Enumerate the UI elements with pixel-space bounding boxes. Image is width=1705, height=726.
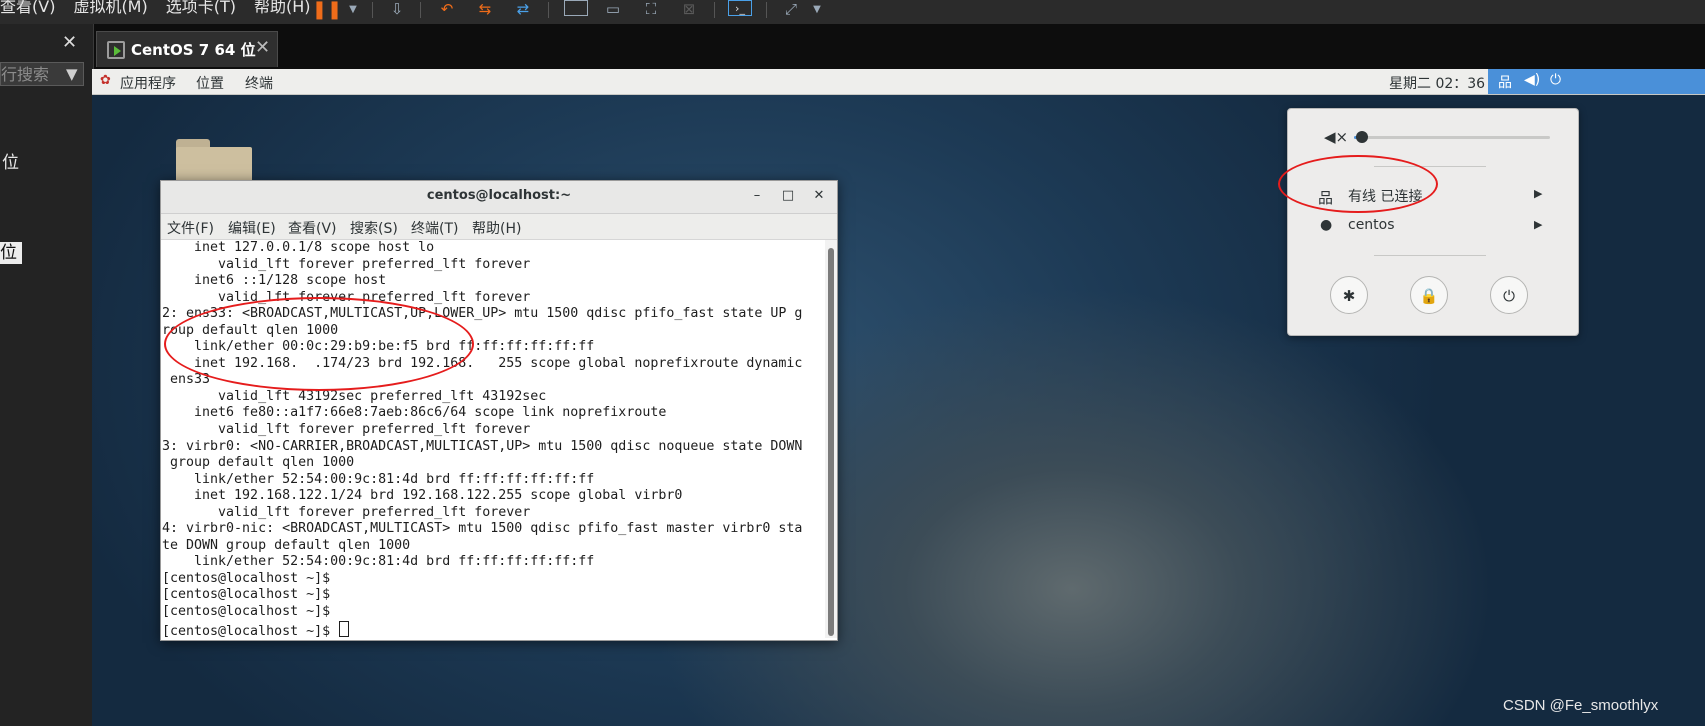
close-icon[interactable]: ✕: [62, 32, 77, 53]
submenu-arrow-icon[interactable]: ▶: [1534, 218, 1542, 231]
vm-tab-bar: [94, 24, 1705, 69]
network-wired-icon: 品: [1498, 75, 1512, 91]
system-indicators[interactable]: 品 ◀) ⏻: [1488, 69, 1705, 94]
volume-slider-handle[interactable]: [1355, 131, 1368, 143]
library-panel: [0, 24, 94, 726]
library-toggle-icon[interactable]: ▭: [602, 0, 624, 18]
toolbar-divider: [548, 2, 549, 18]
terminal-cursor: [339, 620, 350, 637]
menu-edit[interactable]: 编辑(E): [228, 218, 276, 238]
vm-tab[interactable]: CentOS 7 64 位 ✕: [96, 31, 278, 67]
snapshot-icon[interactable]: ↶: [436, 0, 458, 18]
volume-muted-icon: ◀×: [1324, 128, 1349, 146]
pause-icon[interactable]: ❚❚: [312, 0, 342, 20]
lock-icon[interactable]: 🔒: [1410, 276, 1448, 314]
toolbar-divider: [372, 2, 373, 18]
folder-body: [176, 147, 252, 183]
watermark: CSDN @Fe_smoothlyx: [1503, 697, 1659, 714]
gnome-top-bar: ✿ 应用程序 位置 终端 星期二 02：36 品 ◀) ⏻: [92, 69, 1705, 95]
menu-vm[interactable]: 虚拟机(M): [73, 0, 147, 16]
view-dropdown-icon[interactable]: ▼: [806, 0, 828, 18]
applications-menu[interactable]: 应用程序: [120, 73, 176, 93]
annotation-ellipse: [164, 297, 474, 391]
vm-running-icon: [107, 41, 125, 59]
user-item[interactable]: centos: [1348, 217, 1395, 233]
view-icon[interactable]: ⤢: [780, 0, 802, 18]
user-icon: ●: [1320, 217, 1333, 233]
minimize-button[interactable]: –: [747, 186, 767, 206]
vmware-menubar: 查看(V) 虚拟机(M) 选项卡(T) 帮助(H): [0, 0, 329, 17]
library-item[interactable]: 位: [2, 148, 19, 173]
folder-icon[interactable]: [176, 139, 252, 183]
console-icon[interactable]: ›_: [728, 0, 752, 16]
fullscreen-icon[interactable]: [564, 0, 588, 16]
menu-search[interactable]: 搜索(S): [350, 218, 398, 238]
separator: [1374, 255, 1486, 256]
settings-icon[interactable]: ✱: [1330, 276, 1368, 314]
revert-icon[interactable]: ⇆: [474, 0, 496, 18]
menu-tabs[interactable]: 选项卡(T): [166, 0, 236, 16]
toolbar-divider: [714, 2, 715, 18]
vm-tab-label: CentOS 7 64 位: [131, 41, 256, 59]
menu-terminal[interactable]: 终端(T): [411, 218, 458, 238]
terminal-titlebar[interactable]: centos@localhost:~ – □ ✕: [161, 181, 837, 214]
chevron-down-icon[interactable]: ▼: [66, 62, 78, 86]
volume-slider[interactable]: [1354, 136, 1550, 139]
menu-help[interactable]: 帮助(H): [472, 218, 521, 238]
guest-desktop[interactable]: ✿ 应用程序 位置 终端 星期二 02：36 品 ◀) ⏻ centos@loc…: [92, 69, 1705, 726]
app-menu-terminal[interactable]: 终端: [245, 73, 273, 93]
submenu-arrow-icon[interactable]: ▶: [1534, 187, 1542, 200]
clock[interactable]: 星期二 02：36: [1389, 73, 1485, 93]
disabled-view-icon: ⊠: [682, 0, 696, 18]
menu-view[interactable]: 查看(V): [288, 218, 337, 238]
terminal-menubar: 文件(F) 编辑(E) 查看(V) 搜索(S) 终端(T) 帮助(H): [161, 214, 837, 240]
snapshot-manager-icon[interactable]: ⇄: [512, 0, 534, 18]
power-off-icon[interactable]: ⏻: [1490, 276, 1528, 314]
terminal-window[interactable]: centos@localhost:~ – □ ✕ 文件(F) 编辑(E) 查看(…: [160, 180, 838, 641]
unity-icon[interactable]: ⛶: [640, 0, 662, 18]
window-title: centos@localhost:~: [426, 188, 572, 203]
pause-dropdown-icon[interactable]: ▼: [342, 0, 364, 18]
places-menu[interactable]: 位置: [196, 73, 224, 93]
scrollbar-thumb[interactable]: [828, 248, 834, 636]
power-icon: ⏻: [1550, 72, 1562, 88]
menu-view[interactable]: 查看(V): [0, 0, 55, 16]
send-keys-icon[interactable]: ⇩: [386, 0, 408, 18]
toolbar-divider: [766, 2, 767, 18]
scrollbar[interactable]: [825, 240, 837, 638]
menu-help[interactable]: 帮助(H): [254, 0, 311, 16]
toolbar-divider: [420, 2, 421, 18]
volume-icon: ◀): [1524, 72, 1541, 88]
menu-file[interactable]: 文件(F): [167, 218, 214, 238]
library-item-selected[interactable]: 位: [0, 242, 22, 264]
close-icon[interactable]: ✕: [255, 37, 270, 58]
vmware-toolbar: 查看(V) 虚拟机(M) 选项卡(T) 帮助(H) ❚❚ ▼ ⇩ ↶ ⇆ ⇄ ▭ ⛶ …: [0, 0, 1705, 25]
maximize-button[interactable]: □: [778, 186, 798, 206]
annotation-ellipse: [1278, 155, 1438, 213]
system-menu: ◀× 品 有线 已连接 ▶ ● centos ▶ ✱ 🔒 ⏻: [1287, 108, 1579, 336]
close-button[interactable]: ✕: [809, 186, 829, 206]
applications-icon[interactable]: ✿: [100, 73, 111, 88]
